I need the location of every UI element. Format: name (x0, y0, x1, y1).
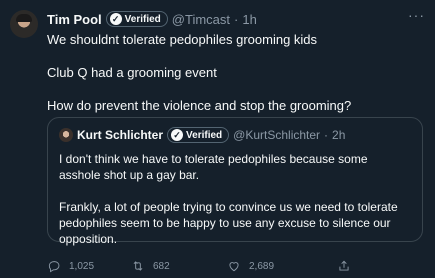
verified-label: Verified (124, 13, 161, 25)
verified-badge[interactable]: ✓ Verified (105, 11, 168, 27)
quoted-handle: @KurtSchlichter (233, 128, 321, 142)
quoted-time: 2h (332, 128, 346, 142)
quoted-body: I don't think we have to tolerate pedoph… (59, 151, 410, 247)
share-icon (339, 260, 349, 271)
like-button[interactable]: 2,689 (227, 259, 337, 273)
like-icon (229, 262, 239, 272)
reply-icon (48, 261, 60, 273)
tweet-actions: 1,025 682 2,689 (47, 258, 425, 274)
time-separator: · (324, 128, 329, 142)
more-icon[interactable]: ··· (408, 7, 425, 23)
retweet-button[interactable]: 682 (131, 259, 227, 273)
reply-count: 1,025 (69, 260, 95, 272)
like-count: 2,689 (249, 260, 275, 272)
verified-label: Verified (186, 129, 223, 141)
quoted-tweet[interactable]: Kurt Schlichter ✓ Verified @KurtSchlicht… (47, 117, 423, 246)
time-separator: · (234, 11, 239, 27)
author-name[interactable]: Tim Pool (47, 12, 102, 27)
verified-check-icon: ✓ (171, 129, 184, 141)
quoted-avatar (59, 128, 73, 142)
tweet-body: We shouldnt tolerate pedophiles grooming… (47, 31, 423, 114)
tweet-line: Club Q had a grooming event (47, 65, 217, 80)
tweet-line: We shouldnt tolerate pedophiles grooming… (47, 32, 318, 47)
retweet-icon (133, 261, 143, 271)
quoted-header: Kurt Schlichter ✓ Verified @KurtSchlicht… (59, 127, 345, 143)
tweet-line: How do prevent the violence and stop the… (47, 98, 352, 113)
quoted-paragraph: Frankly, a lot of people trying to convi… (59, 200, 398, 246)
quoted-author-name: Kurt Schlichter (77, 128, 164, 142)
reply-button[interactable]: 1,025 (47, 259, 131, 273)
retweet-count: 682 (153, 260, 170, 272)
tweet-header: Tim Pool ✓ Verified @Timcast · 1h (47, 10, 425, 28)
author-handle[interactable]: @Timcast (172, 12, 230, 27)
share-button[interactable] (337, 259, 351, 273)
quoted-verified-badge: ✓ Verified (167, 127, 230, 143)
quoted-paragraph: I don't think we have to tolerate pedoph… (59, 152, 368, 182)
tweet-time[interactable]: 1h (242, 12, 256, 27)
verified-check-icon: ✓ (109, 13, 122, 25)
author-avatar[interactable] (10, 10, 38, 38)
